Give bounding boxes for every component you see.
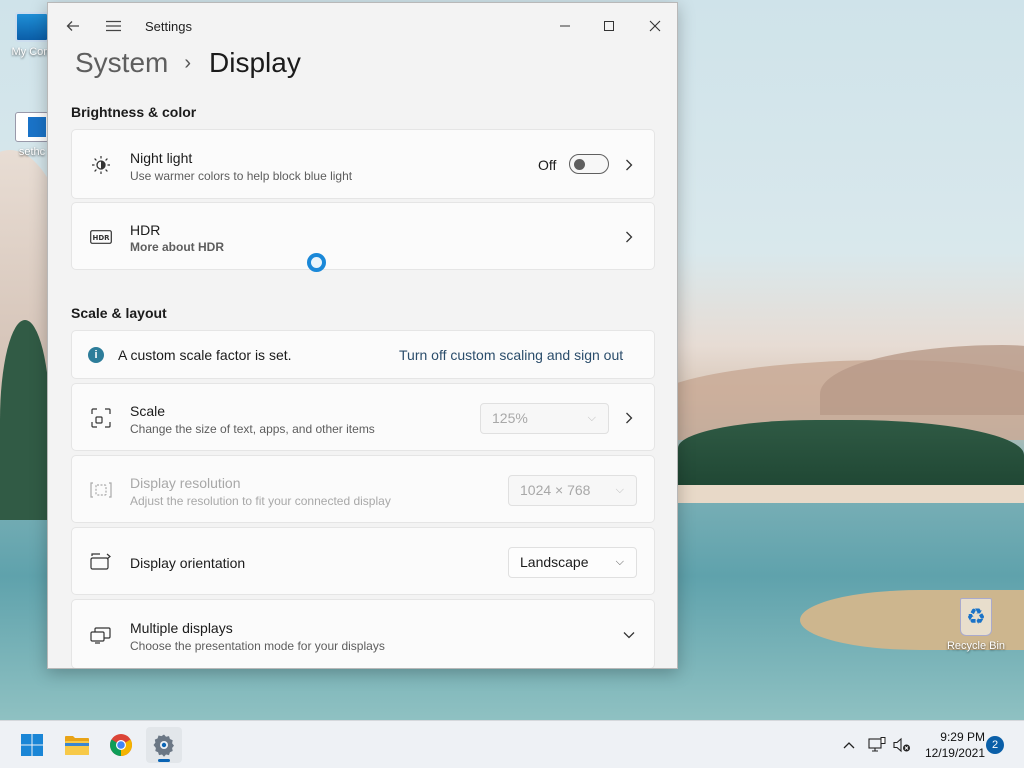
night-light-toggle[interactable]	[569, 154, 609, 174]
resolution-dropdown: 1024 × 768 ⌵	[508, 475, 637, 506]
hdr-card[interactable]: HDR HDR More about HDR	[71, 202, 655, 270]
multiple-displays-card[interactable]: Multiple displays Choose the presentatio…	[71, 599, 655, 668]
scale-dropdown[interactable]: 125% ⌵	[480, 403, 609, 434]
close-button[interactable]	[640, 11, 670, 41]
display-orientation-title: Display orientation	[130, 555, 246, 571]
section-title-brightness: Brightness & color	[71, 104, 197, 120]
start-button[interactable]	[14, 727, 50, 763]
hdr-title: HDR	[130, 222, 161, 238]
scale-subtitle: Change the size of text, apps, and other…	[130, 422, 375, 436]
brightness-icon	[90, 154, 112, 176]
show-hidden-icons-button[interactable]	[839, 735, 859, 755]
maximize-icon	[604, 21, 614, 31]
desktop-icon-label: Recycle Bin	[946, 640, 1006, 652]
minimize-button[interactable]	[550, 11, 580, 41]
more-about-hdr-link[interactable]: More about HDR	[130, 240, 224, 254]
resolution-icon	[90, 479, 112, 501]
taskbar: 9:29 PM 12/19/2021 2	[0, 720, 1024, 768]
volume-muted-icon	[893, 737, 910, 753]
display-resolution-title: Display resolution	[130, 475, 241, 491]
resolution-dropdown-value: 1024 × 768	[520, 482, 591, 498]
chevron-right-icon	[622, 230, 636, 244]
night-light-state: Off	[538, 157, 557, 173]
chevron-right-icon	[622, 158, 636, 172]
network-icon	[868, 737, 886, 752]
chrome-icon	[110, 734, 132, 756]
wallpaper-trees-left	[0, 320, 50, 520]
scale-icon	[90, 407, 112, 429]
orientation-icon	[90, 551, 112, 573]
desktop-icon-recycle-bin[interactable]: ♻ Recycle Bin	[944, 598, 1008, 652]
chevron-up-icon	[843, 742, 855, 749]
wallpaper-shore	[678, 485, 1024, 503]
toggle-knob	[574, 159, 585, 170]
settings-window: Settings System › Display Brightness & c…	[47, 2, 678, 669]
chevron-down-icon[interactable]	[622, 628, 636, 642]
wallpaper-hill	[820, 345, 1024, 415]
breadcrumb: System › Display	[75, 47, 301, 79]
window-title: Settings	[145, 19, 192, 34]
multiple-displays-title: Multiple displays	[130, 620, 233, 636]
hamburger-icon	[105, 20, 121, 32]
minimize-icon	[560, 25, 570, 27]
page-title: Display	[209, 47, 301, 78]
file-icon	[15, 112, 49, 142]
hdr-icon: HDR	[90, 226, 112, 248]
display-orientation-card[interactable]: Display orientation Landscape ⌵	[71, 527, 655, 595]
busy-cursor-icon	[307, 253, 326, 272]
section-title-scale-layout: Scale & layout	[71, 305, 167, 321]
turn-off-custom-scaling-link[interactable]: Turn off custom scaling and sign out	[399, 347, 623, 363]
multiple-displays-icon	[90, 624, 112, 646]
scale-title: Scale	[130, 403, 166, 419]
night-light-subtitle: Use warmer colors to help block blue lig…	[130, 169, 353, 183]
chevron-down-icon: ⌵	[615, 484, 624, 496]
volume-button[interactable]	[892, 735, 912, 755]
chevron-right-icon: ›	[184, 52, 192, 74]
orientation-dropdown[interactable]: Landscape ⌵	[508, 547, 637, 578]
night-light-card[interactable]: Night light Use warmer colors to help bl…	[71, 129, 655, 199]
clock-time: 9:29 PM	[940, 730, 985, 744]
orientation-dropdown-value: Landscape	[520, 554, 589, 570]
clock[interactable]: 9:29 PM 12/19/2021	[915, 729, 985, 761]
chevron-down-icon: ⌵	[587, 412, 596, 424]
recycle-bin-icon: ♻	[960, 598, 992, 636]
file-explorer-icon	[65, 736, 89, 755]
back-arrow-icon	[66, 21, 79, 31]
night-light-title: Night light	[130, 150, 193, 166]
network-button[interactable]	[867, 735, 887, 755]
custom-scale-banner: i A custom scale factor is set. Turn off…	[71, 330, 655, 379]
close-icon	[649, 20, 661, 32]
breadcrumb-system[interactable]: System	[75, 47, 168, 79]
wallpaper-trees	[678, 420, 1024, 490]
clock-date: 12/19/2021	[924, 746, 985, 760]
scale-card[interactable]: Scale Change the size of text, apps, and…	[71, 383, 655, 451]
computer-icon	[15, 12, 49, 42]
multiple-displays-subtitle: Choose the presentation mode for your di…	[130, 639, 385, 653]
scale-dropdown-value: 125%	[492, 410, 528, 426]
start-icon	[21, 734, 43, 756]
maximize-button[interactable]	[594, 11, 624, 41]
display-resolution-subtitle: Adjust the resolution to fit your connec…	[130, 494, 391, 508]
custom-scale-message: A custom scale factor is set.	[118, 347, 292, 363]
chevron-down-icon: ⌵	[615, 556, 624, 568]
back-button[interactable]	[58, 11, 88, 41]
info-icon: i	[88, 347, 104, 363]
notification-badge[interactable]: 2	[986, 736, 1004, 754]
chrome-button[interactable]	[103, 727, 139, 763]
file-explorer-button[interactable]	[59, 727, 95, 763]
svg-text:HDR: HDR	[92, 234, 110, 242]
settings-button[interactable]	[146, 727, 182, 763]
chevron-right-icon	[622, 411, 636, 425]
navigation-menu-button[interactable]	[98, 11, 128, 41]
display-resolution-card: Display resolution Adjust the resolution…	[71, 455, 655, 523]
title-bar: Settings	[48, 3, 677, 49]
settings-icon	[153, 734, 174, 757]
